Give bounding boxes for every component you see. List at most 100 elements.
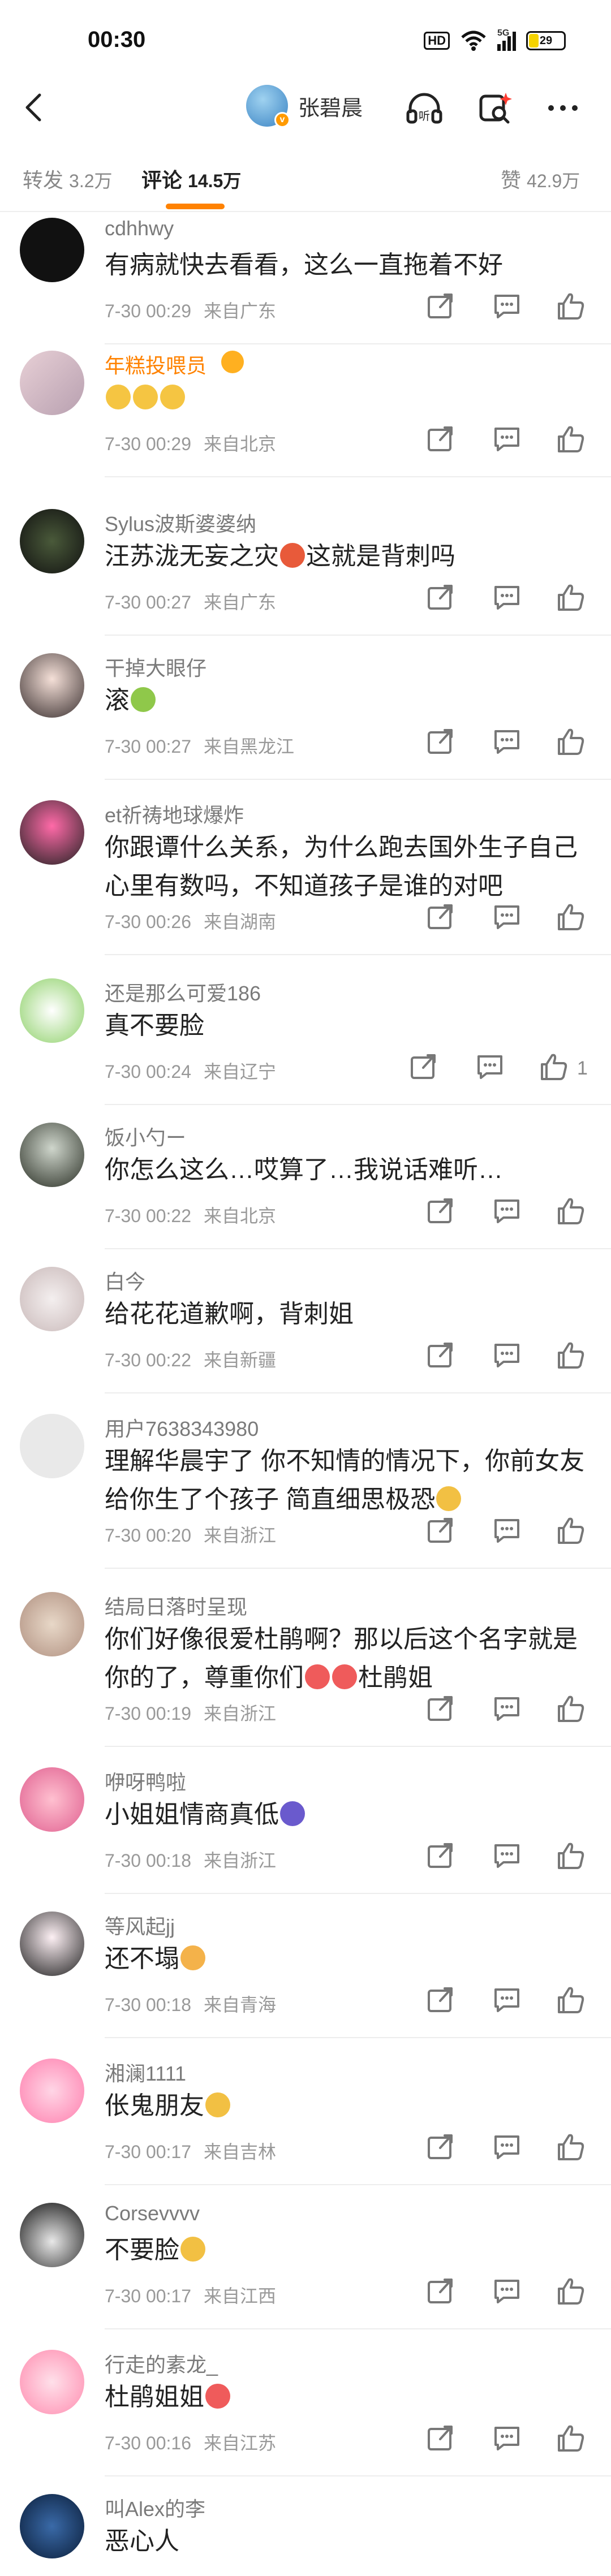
comment-username[interactable]: 结局日落时呈现 <box>105 1591 247 1620</box>
share-icon[interactable] <box>424 901 456 933</box>
reply-icon[interactable] <box>491 901 523 933</box>
like-icon[interactable] <box>554 1693 586 1724</box>
avatar[interactable] <box>20 1123 84 1187</box>
avatar[interactable] <box>20 509 84 573</box>
tab-likes[interactable]: 赞 42.9万 <box>501 164 580 193</box>
comment-username[interactable]: 饭小勺ー <box>105 1121 186 1151</box>
avatar[interactable] <box>20 2059 84 2123</box>
comment-meta: 7-30 00:22 来自北京 <box>105 1202 276 1228</box>
tab-comments[interactable]: 评论 14.5万 <box>141 164 241 193</box>
like-icon[interactable] <box>554 1195 586 1227</box>
comment-username[interactable]: 干掉大眼仔 <box>105 652 206 681</box>
share-icon[interactable] <box>424 1514 456 1546</box>
avatar[interactable] <box>20 653 84 718</box>
avatar[interactable] <box>20 1592 84 1656</box>
more-icon[interactable] <box>543 88 583 128</box>
reply-icon[interactable] <box>491 1984 523 2016</box>
nav-username: 张碧晨 <box>298 96 363 120</box>
reply-icon[interactable] <box>491 581 523 613</box>
like-icon[interactable] <box>554 1514 586 1546</box>
avatar[interactable] <box>20 2350 84 2414</box>
tab-likes-count: 42.9万 <box>527 171 580 191</box>
comment-location: 来自湖南 <box>204 912 277 932</box>
nav-user[interactable]: v 张碧晨 <box>246 85 363 128</box>
share-icon[interactable] <box>424 1840 456 1871</box>
comment-username[interactable]: cdhhwy <box>105 217 174 240</box>
comment-username[interactable]: Sylus波斯婆婆纳 <box>105 508 256 537</box>
nav-avatar[interactable]: v <box>246 85 290 128</box>
avatar[interactable] <box>20 2494 84 2558</box>
avatar[interactable] <box>20 351 84 415</box>
comment-username[interactable]: 行走的素龙_ <box>105 2349 218 2378</box>
avatar[interactable] <box>20 2203 84 2267</box>
avatar[interactable] <box>20 1767 84 1832</box>
share-icon[interactable] <box>424 290 456 322</box>
like-icon[interactable] <box>554 726 586 757</box>
share-icon[interactable] <box>424 2422 456 2454</box>
share-icon[interactable] <box>424 581 456 613</box>
share-icon[interactable] <box>407 1051 439 1082</box>
reply-icon[interactable] <box>491 1514 523 1546</box>
share-icon[interactable] <box>424 2275 456 2307</box>
comment-divider <box>105 1893 611 1894</box>
reply-icon[interactable] <box>491 423 523 455</box>
like-icon[interactable] <box>554 901 586 933</box>
listen-icon[interactable]: 听 <box>405 88 444 128</box>
comment-username[interactable]: 等风起jj <box>105 1910 175 1940</box>
share-icon[interactable] <box>424 726 456 757</box>
like-icon[interactable] <box>554 423 586 455</box>
share-icon[interactable] <box>424 2131 456 2163</box>
reply-icon[interactable] <box>491 2275 523 2307</box>
ai-search-icon[interactable] <box>475 88 515 128</box>
like-icon[interactable] <box>554 2422 586 2454</box>
comment-username[interactable]: 用户7638343980 <box>105 1413 259 1442</box>
status-bar: 00:30 HD 5G 29 <box>0 0 611 74</box>
comment-username[interactable]: 湘澜1111 <box>105 2057 186 2087</box>
comment-location: 来自青海 <box>204 1995 277 2015</box>
avatar[interactable] <box>20 1911 84 1976</box>
back-icon[interactable] <box>17 89 53 126</box>
reply-icon[interactable] <box>491 1840 523 1871</box>
like-icon[interactable] <box>554 581 586 613</box>
like-icon[interactable] <box>554 1840 586 1871</box>
comment-time: 7-30 00:27 <box>105 592 192 612</box>
avatar[interactable] <box>20 1414 84 1478</box>
reply-icon[interactable] <box>491 1195 523 1227</box>
comment-username[interactable]: 年糕投喂员 <box>105 349 206 379</box>
share-icon[interactable] <box>424 1693 456 1724</box>
share-icon[interactable] <box>424 1195 456 1227</box>
like-icon[interactable] <box>554 2131 586 2163</box>
reply-icon[interactable] <box>491 2422 523 2454</box>
share-icon[interactable] <box>424 1984 456 2016</box>
share-icon[interactable] <box>424 1339 456 1371</box>
comment-username[interactable]: Corsevvvv <box>105 2202 200 2225</box>
like-icon[interactable] <box>554 2275 586 2307</box>
like-icon[interactable] <box>554 1984 586 2016</box>
avatar[interactable] <box>20 800 84 865</box>
tab-comments-label: 评论 <box>141 169 183 192</box>
tab-repost[interactable]: 转发 3.2万 <box>23 164 113 193</box>
share-icon[interactable] <box>424 423 456 455</box>
like-icon[interactable] <box>554 1339 586 1371</box>
comment-username[interactable]: 咿呀鸭啦 <box>105 1766 186 1796</box>
comment-time: 7-30 00:26 <box>105 912 192 932</box>
reply-icon[interactable] <box>491 726 523 757</box>
comment-username[interactable]: 还是那么可爱186 <box>105 977 261 1007</box>
avatar[interactable] <box>20 1267 84 1331</box>
comment-username[interactable]: 白今 <box>105 1266 145 1295</box>
comment-text: 理解华晨宇了 你不知情的情况下，你前女友给你生了个孩子 简直细思极恐 <box>105 1442 591 1519</box>
comment-location: 来自广东 <box>204 592 277 612</box>
reply-icon[interactable] <box>491 1693 523 1724</box>
reply-icon[interactable] <box>474 1051 506 1082</box>
comment-text-content: 汪苏泷无妄之灾 <box>105 542 279 570</box>
reply-icon[interactable] <box>491 1339 523 1371</box>
comment-username[interactable]: et祈祷地球爆炸 <box>105 799 244 829</box>
reply-icon[interactable] <box>491 2131 523 2163</box>
like-icon[interactable] <box>537 1051 569 1082</box>
reply-icon[interactable] <box>491 290 523 322</box>
comment-username[interactable]: 叫Alex的李 <box>105 2493 205 2522</box>
avatar[interactable] <box>20 218 84 282</box>
avatar[interactable] <box>20 978 84 1043</box>
comment-time: 7-30 00:24 <box>105 1062 192 1082</box>
like-icon[interactable] <box>554 290 586 322</box>
